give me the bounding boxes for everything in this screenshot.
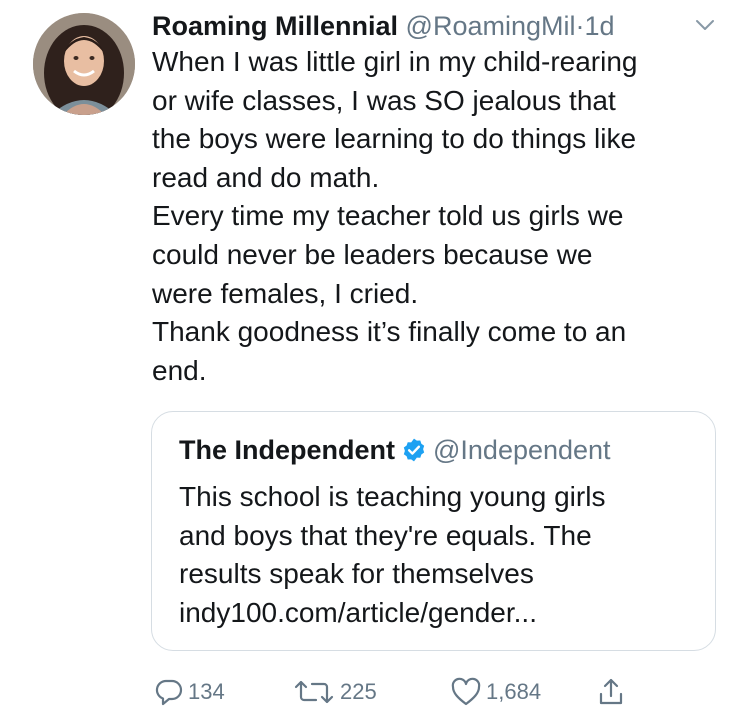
like-count: 1,684 [486,679,542,704]
quoted-tweet-card[interactable]: The Independent @Independent This school … [151,411,716,651]
tweet-header: Roaming Millennial @RoamingMil·1d [152,8,722,44]
reply-count: 134 [188,679,225,704]
quoted-tweet-header: The Independent @Independent [179,432,611,468]
avatar-image [33,13,135,115]
tweet-actions: 134 225 1,684 [150,672,750,712]
reply-icon [154,677,184,707]
separator-dot: · [575,11,585,41]
author-handle[interactable]: @RoamingMil [406,11,576,41]
retweet-button[interactable]: 225 [292,672,377,712]
avatar[interactable] [33,13,135,115]
quoted-author-name: The Independent [179,435,395,465]
author-name[interactable]: Roaming Millennial [152,11,398,41]
quoted-tweet-text: This school is teaching young girls and … [179,481,606,628]
share-icon [596,677,626,707]
retweet-count: 225 [340,679,377,704]
verified-icon [401,436,427,472]
caret-down-icon[interactable] [694,14,716,36]
share-button[interactable] [596,672,626,712]
quoted-author-handle: @Independent [433,435,611,465]
timestamp[interactable]: 1d [585,11,615,41]
retweet-icon [292,677,336,707]
reply-button[interactable]: 134 [154,672,225,712]
tweet-text: When I was little girl in my child-reari… [152,46,638,386]
like-button[interactable]: 1,684 [450,672,541,712]
like-icon [450,677,482,707]
